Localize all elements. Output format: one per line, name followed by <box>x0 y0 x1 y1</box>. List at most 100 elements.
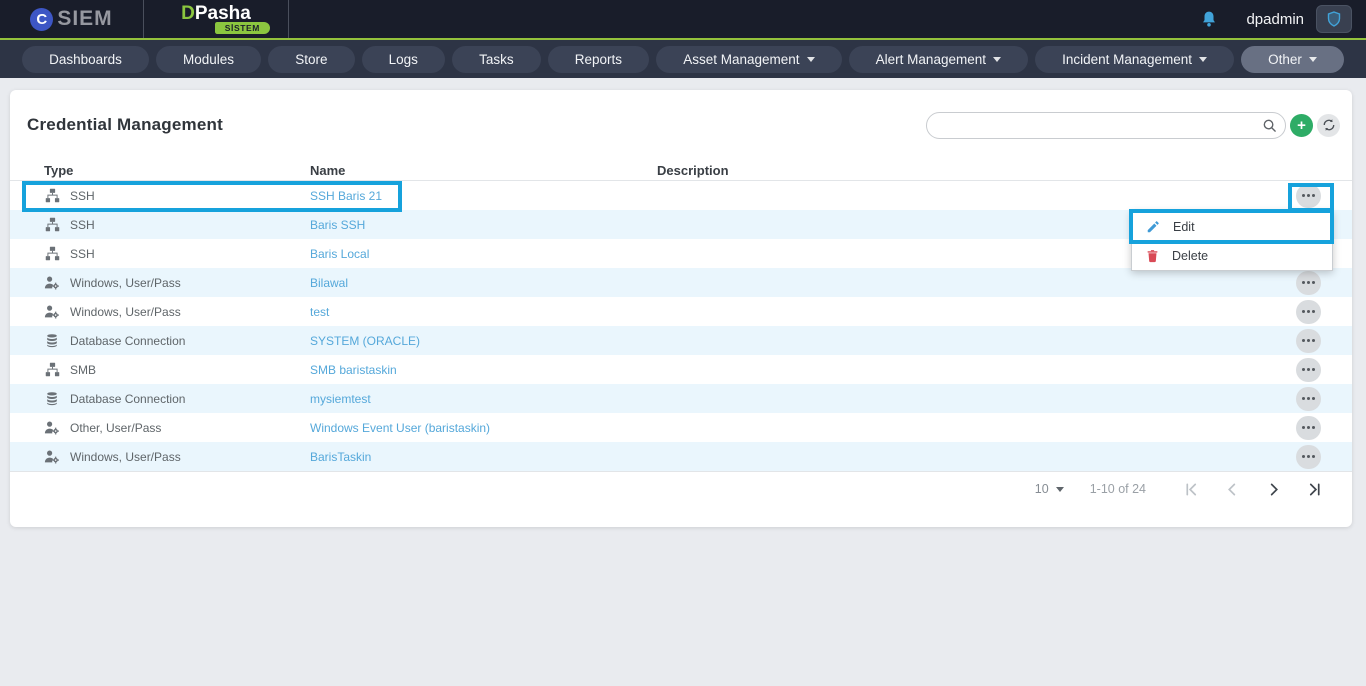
credential-name-link[interactable]: test <box>310 305 657 319</box>
table-row: SMB SMB baristaskin <box>10 355 1352 384</box>
credential-type: Database Connection <box>70 334 185 348</box>
credential-type: Database Connection <box>70 392 185 406</box>
search-box <box>926 112 1286 139</box>
column-header-description: Description <box>657 163 1272 178</box>
credential-name-link[interactable]: Baris Local <box>310 247 657 261</box>
row-actions-button[interactable] <box>1296 271 1321 295</box>
nav-item-label: Other <box>1268 52 1302 67</box>
credential-name-link[interactable]: SMB baristaskin <box>310 363 657 377</box>
trash-icon <box>1146 249 1159 263</box>
nav-item-label: Alert Management <box>876 52 986 67</box>
nav-item-other[interactable]: Other <box>1241 46 1344 73</box>
add-credential-button[interactable]: + <box>1290 114 1313 137</box>
nav-item-store[interactable]: Store <box>268 46 354 73</box>
credential-type: SSH <box>70 247 95 261</box>
nav-item-label: Dashboards <box>49 52 122 67</box>
credential-name-link[interactable]: SYSTEM (ORACLE) <box>310 334 657 348</box>
credential-name-link[interactable]: BarisTaskin <box>310 450 657 464</box>
row-actions-button[interactable] <box>1296 358 1321 382</box>
chevron-down-icon <box>1199 57 1207 62</box>
credential-name-link[interactable]: Bilawal <box>310 276 657 290</box>
credential-type: Windows, User/Pass <box>70 276 181 290</box>
nav-item-label: Tasks <box>479 52 514 67</box>
header-divider <box>288 0 289 38</box>
refresh-button[interactable] <box>1317 114 1340 137</box>
chevron-down-icon <box>993 57 1001 62</box>
search-icon <box>1262 118 1277 133</box>
nav-item-label: Modules <box>183 52 234 67</box>
credential-type: SSH <box>70 189 95 203</box>
refresh-icon <box>1322 118 1336 132</box>
next-page-button[interactable] <box>1262 482 1285 497</box>
first-page-button[interactable] <box>1180 482 1203 497</box>
last-page-button[interactable] <box>1303 482 1326 497</box>
top-header: C SIEM DPasha SİSTEM dpadmin <box>0 0 1366 38</box>
credential-name-link[interactable]: mysiemtest <box>310 392 657 406</box>
user-menu-button[interactable] <box>1316 5 1352 33</box>
context-menu-item-label: Delete <box>1172 249 1208 263</box>
nav-item-alert-management[interactable]: Alert Management <box>849 46 1028 73</box>
csiem-logo-icon: C <box>30 8 53 31</box>
nav-item-dashboards[interactable]: Dashboards <box>22 46 149 73</box>
csiem-logo: C SIEM <box>0 7 143 31</box>
credential-name-link[interactable]: SSH Baris 21 <box>310 189 657 203</box>
nav-item-reports[interactable]: Reports <box>548 46 649 73</box>
table-row: Windows, User/PassBarisTaskin <box>10 442 1352 471</box>
notifications-bell-icon[interactable] <box>1200 10 1218 28</box>
credential-management-card: Credential Management + Type Name Descri… <box>10 90 1352 527</box>
credential-type: SSH <box>70 218 95 232</box>
credential-type: SMB <box>70 363 96 377</box>
username-label: dpadmin <box>1246 11 1304 28</box>
nav-item-tasks[interactable]: Tasks <box>452 46 541 73</box>
sitemap-icon <box>44 188 60 203</box>
table-row: Windows, User/Pass Bilawal <box>10 268 1352 297</box>
csiem-logo-text: SIEM <box>57 7 112 31</box>
nav-item-asset-management[interactable]: Asset Management <box>656 46 841 73</box>
nav-item-label: Logs <box>389 52 418 67</box>
user-gear-icon <box>44 420 60 435</box>
chevron-down-icon <box>1309 57 1317 62</box>
context-menu-item-edit[interactable]: Edit <box>1132 212 1332 241</box>
search-input[interactable] <box>926 112 1286 139</box>
row-actions-button[interactable] <box>1296 184 1321 208</box>
nav-item-modules[interactable]: Modules <box>156 46 261 73</box>
database-icon <box>44 391 60 406</box>
dpasha-sistem-badge: SİSTEM <box>215 22 270 34</box>
pencil-icon <box>1146 220 1160 234</box>
row-actions-button[interactable] <box>1296 445 1321 469</box>
context-menu-item-delete[interactable]: Delete <box>1132 241 1332 270</box>
nav-item-incident-management[interactable]: Incident Management <box>1035 46 1234 73</box>
nav-item-label: Reports <box>575 52 622 67</box>
previous-page-button[interactable] <box>1221 482 1244 497</box>
table-header: Type Name Description <box>10 160 1352 181</box>
nav-item-logs[interactable]: Logs <box>362 46 445 73</box>
sitemap-icon <box>44 246 60 261</box>
page-size-select[interactable]: 10 <box>1035 482 1064 496</box>
sitemap-icon <box>44 217 60 232</box>
page-size-value: 10 <box>1035 482 1049 496</box>
dpasha-logo-text: DPasha <box>181 5 251 22</box>
user-gear-icon <box>44 304 60 319</box>
plus-icon: + <box>1297 118 1306 133</box>
row-actions-button[interactable] <box>1296 300 1321 324</box>
page-title: Credential Management <box>27 115 223 135</box>
nav-item-label: Incident Management <box>1062 52 1192 67</box>
row-actions-button[interactable] <box>1296 329 1321 353</box>
row-actions-button[interactable] <box>1296 416 1321 440</box>
table-row: Database Connection SYSTEM (ORACLE) <box>10 326 1352 355</box>
database-icon <box>44 333 60 348</box>
column-header-name: Name <box>310 163 657 178</box>
chevron-down-icon <box>1056 487 1064 492</box>
main-nav: Dashboards Modules Store Logs Tasks Reports As… <box>0 38 1366 78</box>
table-row: Windows, User/Pass test <box>10 297 1352 326</box>
row-actions-button[interactable] <box>1296 387 1321 411</box>
pagination-bar: 10 1-10 of 24 <box>10 471 1352 506</box>
chevron-down-icon <box>807 57 815 62</box>
table-row: Other, User/PassWindows Event User (bari… <box>10 413 1352 442</box>
credential-name-link[interactable]: Windows Event User (baristaskin) <box>310 421 657 435</box>
credential-name-link[interactable]: Baris SSH <box>310 218 657 232</box>
user-gear-icon <box>44 449 60 464</box>
table-row: Database Connection mysiemtest <box>10 384 1352 413</box>
credential-type: Windows, User/Pass <box>70 305 181 319</box>
nav-item-label: Asset Management <box>683 52 799 67</box>
